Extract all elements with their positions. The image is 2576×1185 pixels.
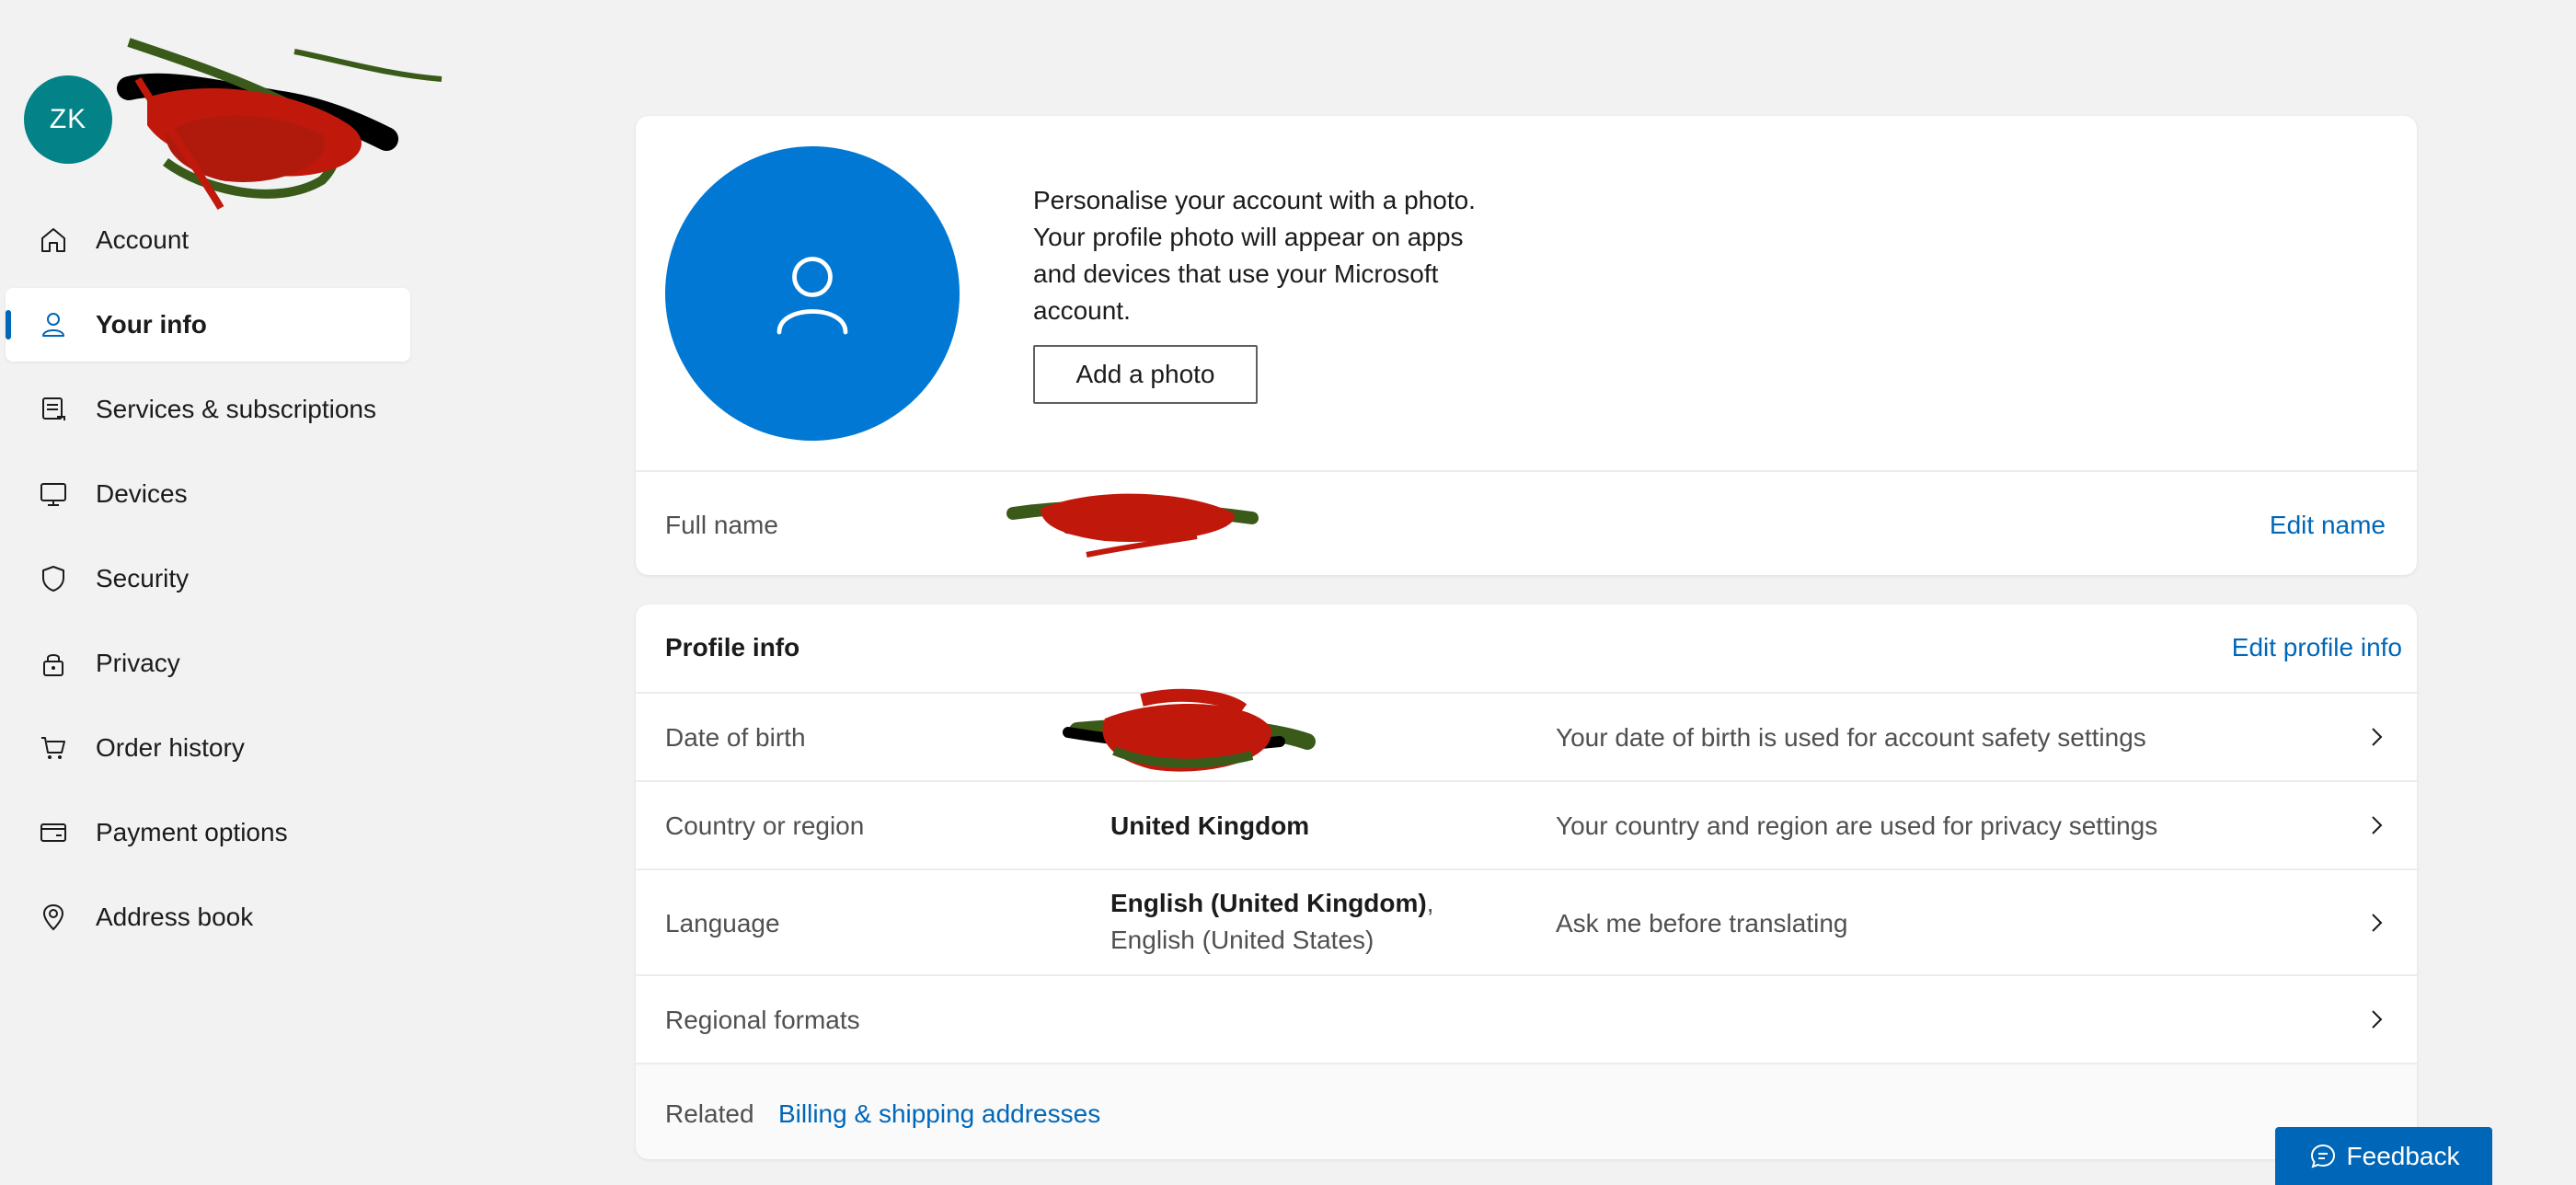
profile-info-card: Profile info Edit profile info Date of b… — [636, 604, 2417, 1159]
sidebar-item-privacy[interactable]: Privacy — [6, 627, 410, 700]
row-description: Your country and region are used for pri… — [1556, 811, 2158, 840]
add-photo-button[interactable]: Add a photo — [1033, 345, 1258, 404]
person-icon — [776, 257, 848, 335]
related-row: Related Billing & shipping addresses — [636, 1063, 2417, 1159]
cart-icon — [35, 730, 72, 766]
chevron-right-icon — [2372, 816, 2383, 834]
photo-description: Personalise your account with a photo. Y… — [1033, 186, 1476, 325]
full-name-row: Full name Edit name — [636, 470, 2417, 575]
sidebar-item-label: Security — [96, 564, 190, 592]
sidebar-item-services[interactable]: Services & subscriptions — [6, 373, 410, 446]
edit-name-link[interactable]: Edit name — [2270, 511, 2386, 540]
sidebar-item-label: Devices — [96, 479, 188, 508]
profile-info-header: Profile info Edit profile info — [636, 604, 2417, 692]
country-row[interactable]: Country or region United Kingdom Your co… — [636, 780, 2417, 869]
sidebar-item-label: Address book — [96, 903, 254, 931]
redaction-scribble — [1063, 688, 1316, 772]
sidebar-item-address-book[interactable]: Address book — [6, 880, 410, 954]
language-value: English (United Kingdom), English (Unite… — [1110, 885, 1515, 959]
sidebar-item-order-history[interactable]: Order history — [6, 711, 410, 785]
date-of-birth-row[interactable]: Date of birth Your date of birth is used… — [636, 688, 2417, 780]
sidebar-item-label: Payment options — [96, 818, 288, 846]
chevron-right-icon — [2372, 728, 2383, 746]
row-label: Regional formats — [665, 1006, 860, 1034]
subscriptions-icon — [35, 391, 72, 428]
related-label: Related — [665, 1099, 754, 1128]
language-primary: English (United Kingdom) — [1110, 889, 1427, 917]
user-avatar[interactable]: ZK — [24, 75, 112, 164]
sidebar-nav: Account Your info Services & subscriptio… — [6, 203, 410, 965]
country-value: United Kingdom — [1110, 811, 1310, 840]
feedback-label: Feedback — [2346, 1141, 2460, 1170]
shield-icon — [35, 560, 72, 597]
row-label: Country or region — [665, 811, 865, 840]
monitor-icon — [35, 476, 72, 512]
row-description: Your date of birth is used for account s… — [1556, 723, 2146, 752]
billing-shipping-link[interactable]: Billing & shipping addresses — [778, 1099, 1100, 1129]
profile-photo-card: Personalise your account with a photo. Y… — [636, 116, 2417, 575]
edit-profile-info-link[interactable]: Edit profile info — [2232, 633, 2402, 662]
card-icon — [35, 814, 72, 851]
row-label: Date of birth — [665, 723, 806, 752]
lock-icon — [35, 645, 72, 682]
chevron-right-icon — [2372, 914, 2383, 932]
chevron-right-icon — [2372, 1010, 2383, 1029]
row-description: Ask me before translating — [1556, 909, 1848, 938]
feedback-button[interactable]: Feedback — [2275, 1127, 2492, 1185]
sidebar-item-devices[interactable]: Devices — [6, 457, 410, 531]
full-name-label: Full name — [665, 511, 778, 539]
person-icon — [35, 306, 72, 343]
sidebar-item-label: Your info — [96, 310, 207, 339]
redaction-scribble — [117, 38, 443, 211]
sidebar-item-account[interactable]: Account — [6, 203, 410, 277]
section-title: Profile info — [665, 633, 800, 662]
sidebar-item-your-info[interactable]: Your info — [6, 288, 410, 362]
sidebar-item-label: Services & subscriptions — [96, 395, 377, 423]
redaction-scribble — [1006, 493, 1259, 558]
regional-formats-row[interactable]: Regional formats — [636, 974, 2417, 1063]
location-pin-icon — [35, 899, 72, 936]
sidebar-item-security[interactable]: Security — [6, 542, 410, 616]
language-row[interactable]: Language English (United Kingdom), Engli… — [636, 869, 2417, 974]
sidebar-item-payment-options[interactable]: Payment options — [6, 796, 410, 869]
sidebar-item-label: Privacy — [96, 649, 180, 677]
profile-photo-placeholder[interactable] — [665, 146, 960, 441]
sidebar-item-label: Order history — [96, 733, 245, 762]
sidebar-item-label: Account — [96, 225, 190, 254]
feedback-icon — [2310, 1144, 2335, 1168]
row-label: Language — [665, 909, 780, 938]
home-icon — [35, 222, 72, 259]
